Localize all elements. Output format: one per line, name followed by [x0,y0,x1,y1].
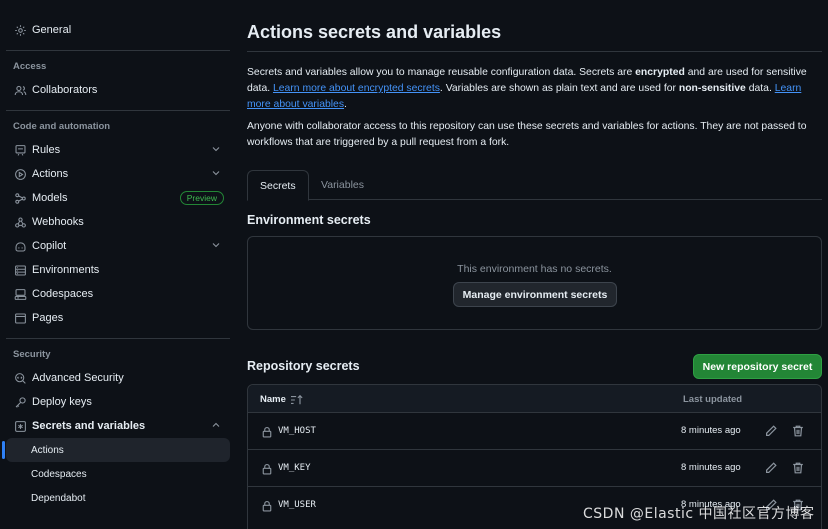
preview-badge: Preview [179,191,224,205]
sidebar-item-label: Deploy keys [32,396,92,408]
browser-icon [13,311,27,325]
codescan-icon [13,371,27,385]
environment-secrets-box: This environment has no secrets. Manage … [247,236,822,330]
sidebar-item-copilot[interactable]: Copilot [6,234,230,258]
pencil-icon[interactable] [764,424,778,438]
sidebar-subitem-actions[interactable]: Actions [2,438,230,462]
sidebar-subitem-dependabot[interactable]: Dependabot [6,486,230,510]
intro-paragraph: Secrets and variables allow you to manag… [247,65,807,113]
sidebar-item-pages[interactable]: Pages [6,306,230,330]
sidebar-heading-code: Code and automation [13,121,111,132]
tab-variables[interactable]: Variables [309,170,376,200]
lock-icon [261,425,273,438]
sidebar-item-label: Environments [32,264,100,276]
sidebar-item-label: Actions [32,168,69,180]
sidebar-item-webhooks[interactable]: Webhooks [6,210,230,234]
intro-bold-encrypted: encrypted [635,67,685,78]
people-icon [13,83,27,97]
sidebar-heading-security: Security [13,349,51,360]
models-icon [13,191,27,205]
watermark: CSDN @Elastic 中国社区官方博客 [583,506,815,522]
chevron-down-icon[interactable] [210,167,224,181]
chevron-up-icon[interactable] [210,419,224,433]
secrets-variables-tabs: Secrets Variables [247,170,822,201]
lock-icon [261,462,273,475]
environment-secrets-title: Environment secrets [247,213,371,227]
chevron-down-icon[interactable] [210,239,224,253]
repo-push-icon [13,143,27,157]
secret-name: VM_KEY [278,463,311,473]
pencil-icon[interactable] [764,461,778,475]
key-asterisk-icon [13,419,27,433]
play-icon [13,167,27,181]
server-icon [13,263,27,277]
sidebar-item-label: Collaborators [32,84,98,96]
sidebar-item-label: General [32,24,72,36]
sidebar-item-label: Advanced Security [32,372,124,384]
gear-icon [13,23,27,37]
sort-icon[interactable] [290,393,304,405]
sidebar-item-label: Pages [32,312,64,324]
sidebar-item-codespaces[interactable]: Codespaces [6,282,230,306]
sidebar-item-label: Models [32,192,68,204]
sidebar-divider [6,110,230,111]
new-repository-secret-button[interactable]: New repository secret [693,354,822,379]
tab-secrets[interactable]: Secrets [247,170,309,201]
chevron-down-icon[interactable] [210,143,224,157]
intro-text: . Variables are shown as plain text and … [439,83,679,94]
webhook-icon [13,215,27,229]
sidebar-item-general[interactable]: General [6,18,230,42]
sidebar-item-secrets-and-variables[interactable]: Secrets and variables [6,414,230,438]
secret-last-updated: 8 minutes ago [681,462,741,473]
sidebar-subitem-codespaces[interactable]: Codespaces [6,462,230,486]
sidebar-divider [6,338,230,339]
settings-sidebar: General Access Collaborators Code and au… [0,0,236,529]
table-row: VM_HOST 8 minutes ago [248,413,821,450]
sidebar-item-label: Copilot [32,240,67,252]
sidebar-item-deploy-keys[interactable]: Deploy keys [6,390,230,414]
secret-name: VM_HOST [278,426,316,436]
intro-bold-non-sensitive: non-sensitive [678,83,746,94]
sidebar-item-advanced-security[interactable]: Advanced Security [6,366,230,390]
learn-more-encrypted-secrets-link[interactable]: Learn more about encrypted secrets [273,83,440,94]
sidebar-item-models[interactable]: Models Preview [6,186,230,210]
sidebar-item-collaborators[interactable]: Collaborators [6,78,230,102]
sidebar-item-label: Codespaces [32,288,94,300]
main-content: Actions secrets and variables Secrets an… [247,0,822,529]
title-divider [247,51,822,52]
trash-icon[interactable] [791,461,805,475]
intro-text: . [344,99,347,110]
table-row: VM_KEY 8 minutes ago [248,450,821,487]
page-title: Actions secrets and variables [247,22,502,42]
repository-secrets-title: Repository secrets [247,359,360,373]
sidebar-divider [6,50,230,51]
sidebar-item-label: Webhooks [32,216,84,228]
secret-name: VM_USER [278,500,316,510]
sidebar-item-rules[interactable]: Rules [6,138,230,162]
sidebar-item-label: Secrets and variables [32,420,146,432]
codespaces-icon [13,287,27,301]
table-header: Name Last updated [248,385,821,413]
column-header-name[interactable]: Name [260,394,286,405]
key-icon [13,395,27,409]
sidebar-item-actions[interactable]: Actions [6,162,230,186]
sidebar-item-label: Rules [32,144,61,156]
copilot-icon [13,239,27,253]
secret-last-updated: 8 minutes ago [681,425,741,436]
intro-text: Secrets and variables allow you to manag… [247,67,636,78]
sidebar-item-environments[interactable]: Environments [6,258,230,282]
lock-icon [261,499,273,512]
column-header-last-updated: Last updated [683,394,743,405]
manage-environment-secrets-button[interactable]: Manage environment secrets [453,282,617,307]
trash-icon[interactable] [791,424,805,438]
intro-text: data. [745,83,775,94]
environment-empty-text: This environment has no secrets. [457,263,612,275]
access-note: Anyone with collaborator access to this … [247,121,807,148]
sidebar-heading-access: Access [13,61,47,72]
